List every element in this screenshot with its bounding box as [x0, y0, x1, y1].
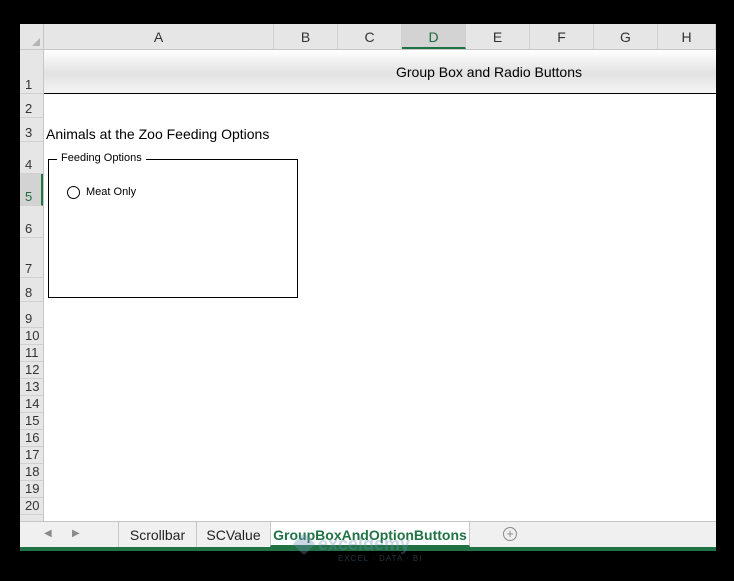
row-number: 7 — [25, 261, 33, 276]
row-header-3[interactable]: 3 — [20, 118, 43, 142]
row-header-12[interactable]: 12 — [20, 362, 43, 379]
column-header-d[interactable]: D — [402, 24, 466, 49]
select-all-corner[interactable] — [20, 24, 44, 50]
row-number: 5 — [25, 189, 33, 204]
column-header-h[interactable]: H — [658, 24, 716, 49]
tab-groupboxandoptionbuttons[interactable]: GroupBoxAndOptionButtons — [270, 522, 470, 547]
next-sheet-arrow-icon[interactable]: ▶ — [72, 528, 80, 539]
select-all-triangle-icon — [32, 38, 40, 46]
row-number: 1 — [25, 77, 33, 92]
row-number: 18 — [25, 464, 40, 479]
watermark-tagline: EXCEL · DATA · BI — [338, 554, 423, 563]
row-header-18[interactable]: 18 — [20, 464, 43, 481]
column-headers: A B C D E F G H — [44, 24, 716, 50]
row-header-6[interactable]: 6 — [20, 206, 43, 238]
row-number: 20 — [25, 498, 40, 513]
row-number: 17 — [25, 447, 40, 462]
row-header-9[interactable]: 9 — [20, 302, 43, 328]
row-header-10[interactable]: 10 — [20, 328, 43, 345]
row-header-20[interactable]: 20 — [20, 498, 43, 515]
row-number: 2 — [25, 101, 33, 116]
status-strip — [20, 547, 716, 551]
row-header-1[interactable]: 1 — [20, 50, 43, 94]
column-header-g[interactable]: G — [594, 24, 658, 49]
row-header-17[interactable]: 17 — [20, 447, 43, 464]
row-number: 6 — [25, 221, 33, 236]
row-number: 16 — [25, 430, 40, 445]
row-number: 4 — [25, 157, 33, 172]
feeding-options-group-box[interactable]: Feeding Options Meat Only — [48, 152, 298, 298]
row-number: 14 — [25, 396, 40, 411]
tab-scvalue[interactable]: SCValue — [196, 522, 270, 547]
row-number: 19 — [25, 481, 40, 496]
sheet-title: Group Box and Radio Buttons — [395, 64, 582, 80]
sheet-tab-bar: ◀ ▶ Scrollbar SCValue GroupBoxAndOptionB… — [20, 521, 716, 547]
row-header-8[interactable]: 8 — [20, 278, 43, 302]
row-header-13[interactable]: 13 — [20, 379, 43, 396]
radio-button-icon[interactable] — [67, 185, 80, 199]
row-header-14[interactable]: 14 — [20, 396, 43, 413]
row-header-4[interactable]: 4 — [20, 142, 43, 174]
column-header-c[interactable]: C — [338, 24, 402, 49]
row-number: 15 — [25, 413, 40, 428]
row-header-16[interactable]: 16 — [20, 430, 43, 447]
row-header-19[interactable]: 19 — [20, 481, 43, 498]
cell-a3[interactable]: Animals at the Zoo Feeding Options — [46, 126, 269, 142]
add-sheet-icon[interactable]: + — [503, 527, 517, 541]
title-row[interactable]: Group Box and Radio Buttons — [44, 50, 716, 94]
group-box-label: Feeding Options — [57, 152, 146, 164]
row-number: 10 — [25, 328, 40, 343]
row-number: 8 — [25, 285, 33, 300]
radio-label: Meat Only — [86, 186, 137, 198]
spreadsheet-window: A B C D E F G H 1 2 3 4 5 6 7 8 9 10 11 … — [20, 24, 716, 551]
row-number: 11 — [25, 345, 39, 360]
column-header-f[interactable]: F — [530, 24, 594, 49]
row-number: 3 — [25, 125, 33, 140]
column-header-a[interactable]: A — [44, 24, 274, 49]
column-header-b[interactable]: B — [274, 24, 338, 49]
row-header-7[interactable]: 7 — [20, 238, 43, 278]
row-header-5[interactable]: 5 — [20, 174, 43, 206]
meat-only-radio-option[interactable]: Meat Only — [67, 184, 136, 200]
row-header-11[interactable]: 11 — [20, 345, 43, 362]
row-number: 9 — [25, 311, 33, 326]
tab-scrollbar[interactable]: Scrollbar — [118, 522, 196, 547]
row-number: 12 — [25, 362, 40, 377]
row-header-2[interactable]: 2 — [20, 94, 43, 118]
row-number: 13 — [25, 379, 40, 394]
row-header-15[interactable]: 15 — [20, 413, 43, 430]
row-headers: 1 2 3 4 5 6 7 8 9 10 11 12 13 14 15 16 1… — [20, 50, 44, 525]
column-header-e[interactable]: E — [466, 24, 530, 49]
previous-sheet-arrow-icon[interactable]: ◀ — [44, 528, 52, 539]
